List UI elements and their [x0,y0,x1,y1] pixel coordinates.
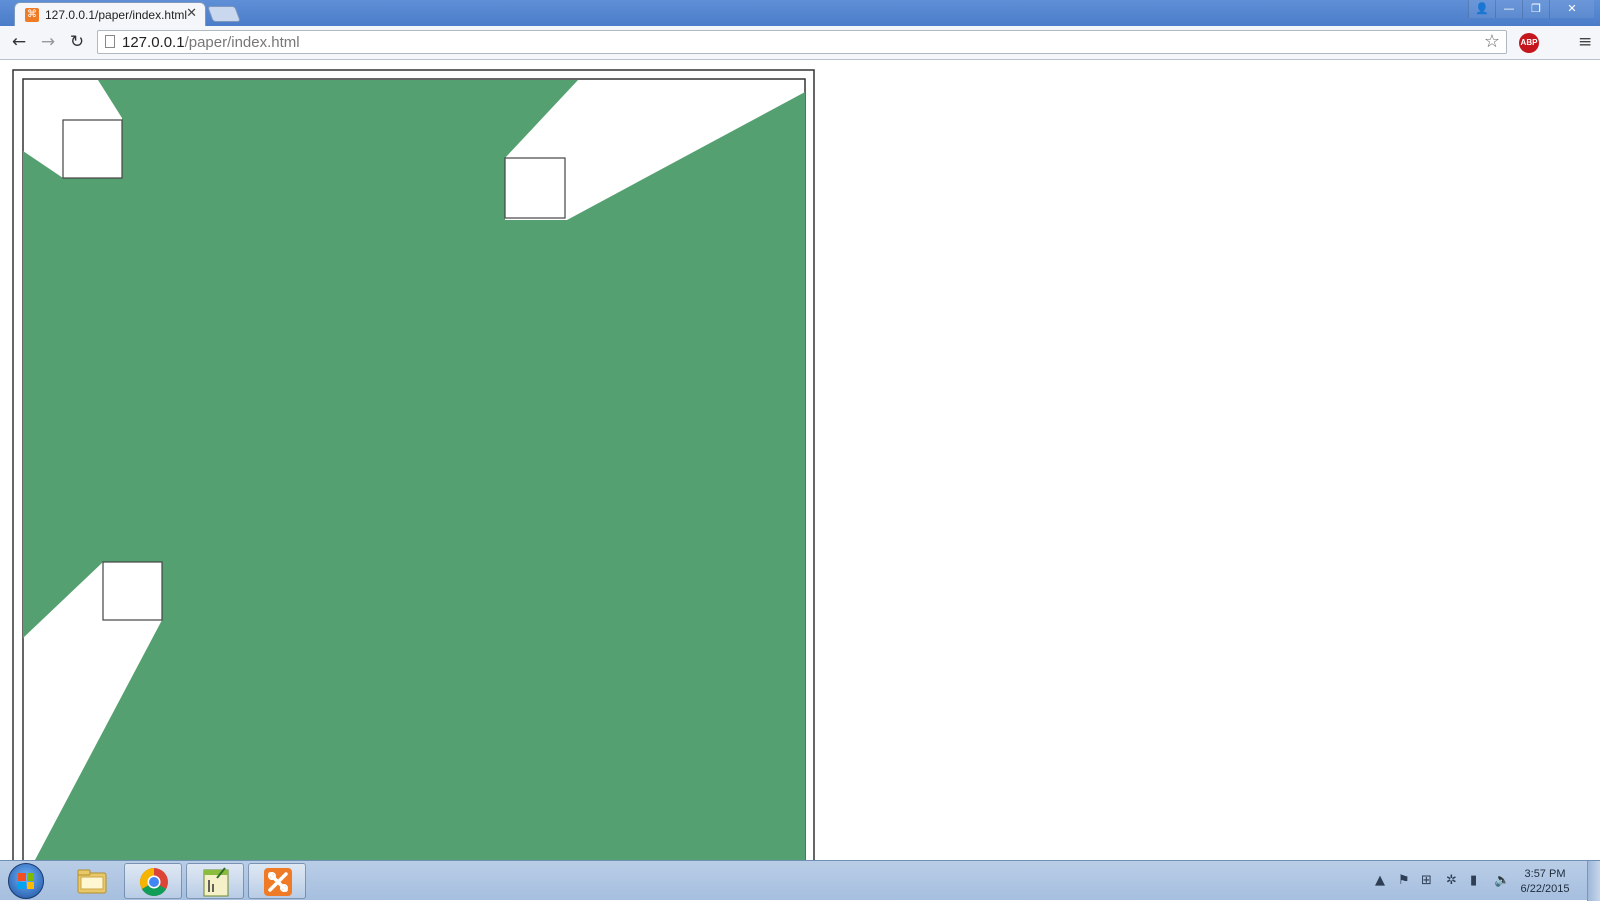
editor-icon [203,867,229,897]
url-text[interactable]: 127.0.0.1/paper/index.html [122,34,300,51]
action-center-flag-icon[interactable]: ⚑ [1398,873,1410,888]
chrome-menu-icon[interactable]: ≡ [1578,32,1592,52]
xampp-favicon-icon: ⌘ [25,8,39,22]
windows-logo-icon [18,873,34,889]
close-button[interactable]: ✕ [1549,0,1594,18]
paper-canvas[interactable] [0,60,1600,860]
minimize-button[interactable]: — [1495,0,1522,18]
browser-tab[interactable]: ⌘ 127.0.0.1/paper/index.html ✕ [14,2,206,26]
square-top-left[interactable] [62,119,123,179]
clock-date: 6/22/2015 [1520,883,1570,895]
page-content [0,60,1600,860]
taskbar-xampp-button[interactable] [248,863,306,899]
profile-icon[interactable]: 👤 [1468,0,1495,18]
windows-taskbar: ▲ ⚑ ⊞ ✲ ▮ 🔈 3:57 PM 6/22/2015 [0,860,1600,901]
show-desktop-button[interactable] [1587,861,1600,901]
address-bar[interactable]: 127.0.0.1/paper/index.html ☆ [97,30,1507,54]
back-button[interactable]: ← [8,31,30,53]
taskbar-clock[interactable]: 3:57 PM 6/22/2015 [1508,867,1582,897]
green-fill-area [23,80,805,860]
xampp-icon [264,868,292,896]
taskbar-editor-button[interactable] [186,863,244,899]
url-path: /paper/index.html [184,34,300,51]
new-tab-button[interactable] [207,6,241,22]
url-host: 127.0.0.1 [122,34,185,51]
browser-window: ⌘ 127.0.0.1/paper/index.html ✕ 👤 — ❐ ✕ ←… [0,0,1600,901]
clock-time: 3:57 PM [1524,868,1566,880]
window-controls: 👤 — ❐ ✕ [1468,0,1594,18]
sync-icon[interactable]: ✲ [1446,873,1457,888]
start-button[interactable] [8,863,44,899]
browser-toolbar: ← → ↻ 127.0.0.1/paper/index.html ☆ ABP ≡ [0,26,1600,60]
adblock-plus-icon[interactable]: ABP [1519,33,1539,53]
restore-button[interactable]: ❐ [1522,0,1549,18]
taskbar-chrome-button[interactable] [124,863,182,899]
chrome-icon [140,868,168,896]
show-hidden-icons-icon[interactable]: ▲ [1375,873,1385,888]
windows-tray-icon[interactable]: ⊞ [1421,873,1432,888]
folder-icon [77,869,107,894]
forward-button[interactable]: → [37,31,59,53]
square-bottom-left[interactable] [102,561,163,621]
taskbar-explorer-button[interactable] [62,863,120,899]
square-top-right[interactable] [504,157,566,219]
bookmark-star-icon[interactable]: ☆ [1484,31,1500,52]
title-bar: ⌘ 127.0.0.1/paper/index.html ✕ 👤 — ❐ ✕ [0,0,1600,26]
reload-button[interactable]: ↻ [66,31,88,53]
page-icon [105,35,115,48]
tab-close-icon[interactable]: ✕ [186,6,197,21]
tab-title: 127.0.0.1/paper/index.html [45,8,188,22]
network-icon[interactable]: ▮ [1470,873,1477,888]
